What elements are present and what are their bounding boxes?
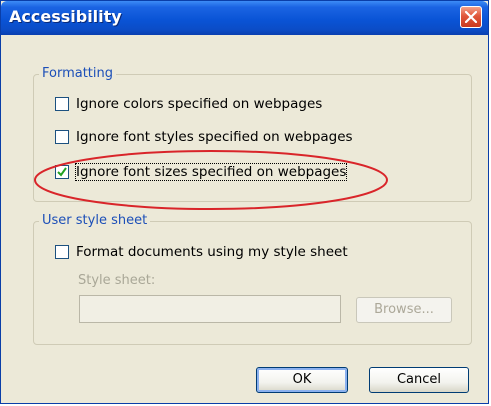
style-sheet-field-label: Style sheet: [78,273,156,288]
close-icon [465,11,477,23]
ignore-font-styles-option[interactable]: Ignore font styles specified on webpages [55,129,385,147]
ignore-font-styles-checkbox[interactable] [55,130,69,144]
ok-button[interactable]: OK [256,367,348,393]
ignore-font-styles-label[interactable]: Ignore font styles specified on webpages [76,129,353,145]
ignore-colors-label[interactable]: Ignore colors specified on webpages [76,96,322,112]
formatting-group: Formatting Ignore colors specified on we… [33,66,472,202]
format-documents-option[interactable]: Format documents using my style sheet [55,244,355,262]
ignore-font-sizes-label[interactable]: Ignore font sizes specified on webpages [74,163,348,181]
cancel-button[interactable]: Cancel [369,367,469,393]
browse-button: Browse... [356,297,452,323]
format-documents-checkbox[interactable] [55,245,69,259]
ignore-font-sizes-option[interactable]: Ignore font sizes specified on webpages [55,163,375,182]
window-title: Accessibility [9,7,122,26]
checkmark-icon [57,167,67,177]
title-bar[interactable]: Accessibility [1,1,488,35]
ignore-font-sizes-checkbox[interactable] [55,165,69,179]
formatting-group-label: Formatting [39,66,117,81]
format-documents-label[interactable]: Format documents using my style sheet [76,244,348,260]
user-style-sheet-group-label: User style sheet [39,213,151,228]
close-button[interactable] [460,6,482,28]
ignore-colors-option[interactable]: Ignore colors specified on webpages [55,96,355,114]
user-style-sheet-group: User style sheet Format documents using … [33,213,472,345]
ignore-colors-checkbox[interactable] [55,97,69,111]
style-sheet-input [79,295,341,323]
accessibility-dialog: Accessibility Formatting Ignore colors s… [0,0,489,404]
